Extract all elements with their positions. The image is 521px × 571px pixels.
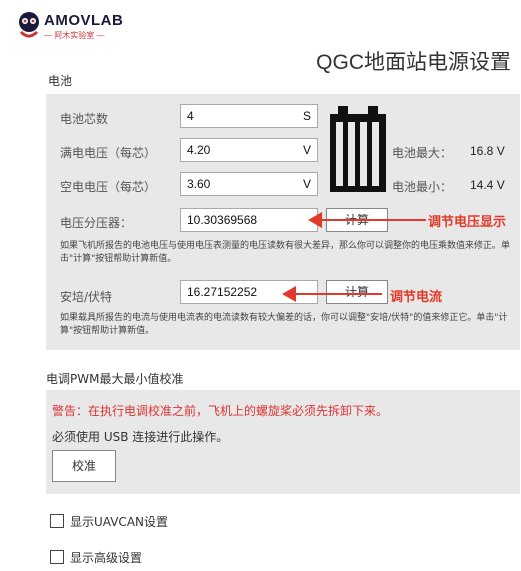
esc-panel: 警告：在执行电调校准之前，飞机上的螺旋桨必须先拆卸下来。 必须使用 USB 连接… (46, 390, 520, 494)
uavcan-checkbox[interactable] (50, 514, 64, 528)
voltage-annotation-arrowhead-icon (308, 212, 322, 228)
esc-calibrate-button[interactable]: 校准 (52, 450, 116, 482)
voltage-annotation: 调节电压显示 (428, 215, 507, 230)
advanced-label: 显示高级设置 (70, 551, 143, 565)
uavcan-label: 显示UAVCAN设置 (70, 515, 168, 529)
voltage-annotation-arrow-line (316, 219, 426, 221)
current-annotation: 调节电流 (390, 290, 443, 305)
full-voltage-input[interactable]: 4.20 V (180, 138, 318, 162)
advanced-checkbox[interactable] (50, 550, 64, 564)
battery-icon (330, 106, 386, 192)
full-voltage-label: 满电电压（每芯） (60, 146, 157, 160)
empty-voltage-unit: V (302, 177, 311, 191)
cells-label: 电池芯数 (60, 112, 109, 126)
current-annotation-arrowhead-icon (282, 286, 296, 302)
esc-section-label: 电调PWM最大最小值校准 (46, 372, 184, 386)
voltage-divider-label: 电压分压器： (60, 216, 133, 230)
brand-tagline: — 阿木实验室 — (44, 31, 105, 40)
empty-voltage-value: 3.60 (187, 177, 211, 191)
esc-usb-note: 必须使用 USB 连接进行此操作。 (52, 430, 229, 444)
battery-min-label: 电池最小： (392, 180, 453, 194)
empty-voltage-label: 空电电压（每芯） (60, 180, 157, 194)
current-annotation-arrow-line (290, 293, 382, 295)
page-title: QGC地面站电源设置 (316, 51, 511, 74)
amps-per-volt-label: 安培/伏特 (60, 290, 113, 304)
cells-unit: S (302, 109, 311, 123)
amps-per-volt-value: 16.27152252 (187, 285, 258, 299)
empty-voltage-input[interactable]: 3.60 V (180, 172, 318, 196)
voltage-divider-value: 10.30369568 (187, 213, 258, 227)
battery-max-label: 电池最大： (392, 146, 453, 160)
amps-per-volt-calc-button[interactable]: 计算 (326, 280, 388, 304)
cells-input[interactable]: 4 S (180, 104, 318, 128)
amps-per-volt-input[interactable]: 16.27152252 (180, 280, 318, 304)
voltage-divider-input[interactable]: 10.30369568 (180, 208, 318, 232)
full-voltage-unit: V (302, 143, 311, 157)
cells-value: 4 (187, 109, 194, 123)
battery-min-value: 14.4 V (470, 178, 505, 192)
voltage-divider-note: 如果飞机所报告的电池电压与使用电压表测量的电压读数有很大差异，那么你可以调整你的… (60, 241, 511, 264)
amps-per-volt-note: 如果载具所报告的电流与使用电流表的电流读数有较大偏差的话，你可以调整"安培/伏特… (60, 313, 508, 336)
battery-section-label: 电池 (48, 74, 73, 88)
full-voltage-value: 4.20 (187, 143, 211, 157)
battery-max-value: 16.8 V (470, 144, 505, 158)
brand-mascot-icon (19, 12, 39, 38)
brand-name: AMOVLAB (44, 12, 124, 29)
esc-warning: 警告：在执行电调校准之前，飞机上的螺旋桨必须先拆卸下来。 (52, 404, 389, 418)
